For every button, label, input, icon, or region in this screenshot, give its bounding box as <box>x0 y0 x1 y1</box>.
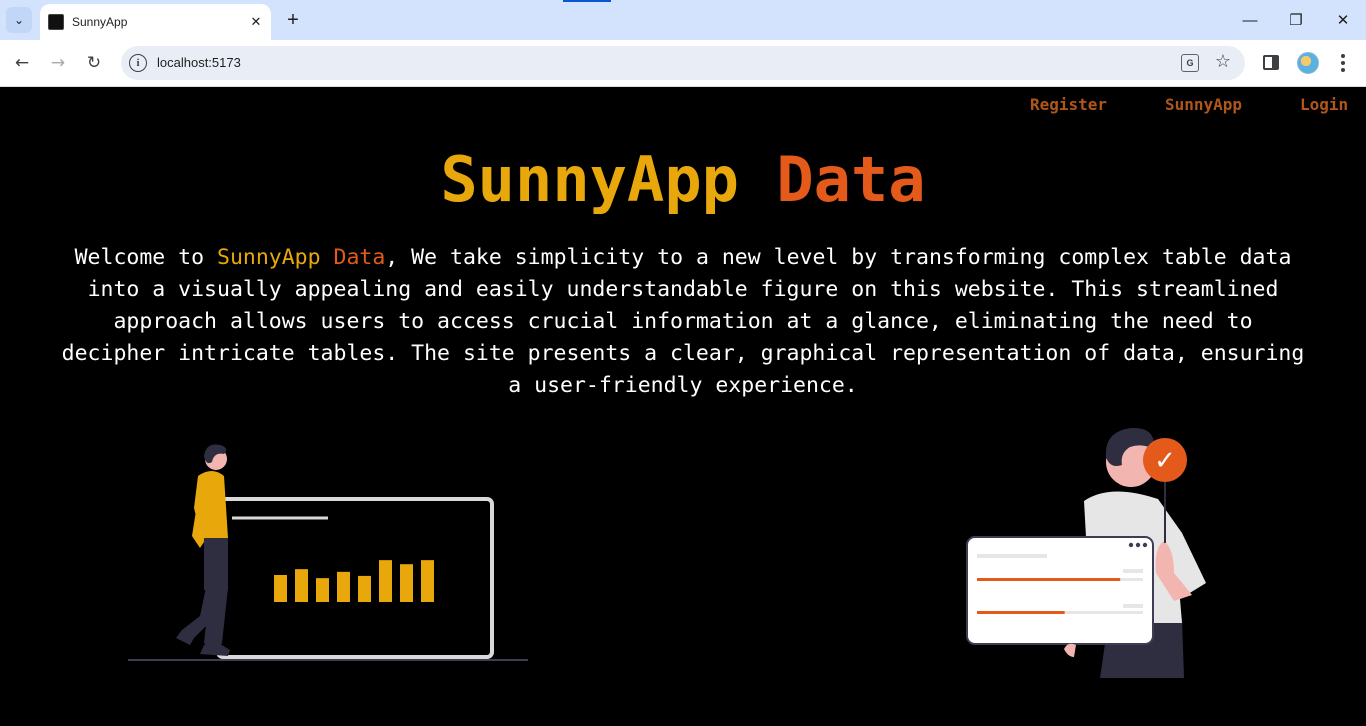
approval-illustration: ✓ <box>966 427 1206 678</box>
reload-button[interactable]: ↻ <box>79 48 109 78</box>
new-tab-button[interactable]: + <box>280 7 306 33</box>
minimize-button[interactable]: — <box>1227 0 1273 40</box>
intro-paragraph: Welcome to SunnyApp Data, We take simpli… <box>60 242 1306 402</box>
page-title: SunnyApp Data <box>0 144 1366 216</box>
translate-icon[interactable]: G <box>1181 54 1199 72</box>
chart-bar <box>295 569 308 602</box>
intro-brand-data: Data <box>333 245 386 270</box>
title-part-sunnyapp: SunnyApp <box>440 143 739 216</box>
site-info-icon[interactable]: i <box>129 54 147 72</box>
dashboard-illustration <box>128 444 528 661</box>
nav-login-link[interactable]: Login <box>1300 95 1348 114</box>
intro-prefix: Welcome to <box>74 245 217 270</box>
progress-fill <box>977 611 1065 614</box>
tab-search-button[interactable]: ⌄ <box>6 7 32 33</box>
person-torso-lower <box>204 538 228 590</box>
intro-brand-sunnyapp: SunnyApp <box>217 245 321 270</box>
url-text[interactable]: localhost:5173 <box>157 55 241 70</box>
screen-frame <box>216 497 494 659</box>
chart-bar <box>337 571 350 602</box>
chart-bar <box>316 578 329 602</box>
tab-title: SunnyApp <box>72 15 128 29</box>
check-icon: ✓ <box>1154 446 1176 476</box>
bookmark-star-icon[interactable]: ☆ <box>1215 51 1231 72</box>
chart-bar <box>358 575 371 602</box>
info-card <box>966 536 1154 645</box>
card-header-line <box>977 554 1047 558</box>
tab-strip: ⌄ SunnyApp ✕ + — ❐ ✕ <box>0 0 1366 40</box>
tab-close-icon[interactable]: ✕ <box>245 11 267 33</box>
profile-avatar[interactable] <box>1297 52 1319 74</box>
address-bar[interactable]: i localhost:5173 G ☆ <box>121 46 1245 80</box>
chart-bar <box>274 575 287 602</box>
page-content: Register SunnyApp Login SunnyApp Data We… <box>0 88 1366 726</box>
side-panel-icon[interactable] <box>1263 55 1279 70</box>
person-hand-left <box>1064 643 1076 657</box>
browser-toolbar: ← → ↻ i localhost:5173 G ☆ <box>0 40 1366 87</box>
title-part-data: Data <box>776 143 926 216</box>
tab-drag-indicator <box>563 0 611 2</box>
back-button[interactable]: ← <box>7 48 37 78</box>
favicon-icon <box>48 14 64 30</box>
chart-bar <box>379 560 392 602</box>
forward-button[interactable]: → <box>43 48 73 78</box>
restore-button[interactable]: ❐ <box>1273 0 1319 40</box>
kebab-menu-icon[interactable] <box>1333 48 1353 78</box>
chevron-down-icon: ⌄ <box>13 13 25 27</box>
browser-tab[interactable]: SunnyApp ✕ <box>40 4 271 40</box>
window-close-button[interactable]: ✕ <box>1320 0 1366 40</box>
progress-fill <box>977 578 1121 581</box>
chart-bar <box>421 560 434 602</box>
chart-bar <box>400 564 413 602</box>
nav-sunnyapp-link[interactable]: SunnyApp <box>1165 95 1242 114</box>
nav-register-link[interactable]: Register <box>1030 95 1107 114</box>
